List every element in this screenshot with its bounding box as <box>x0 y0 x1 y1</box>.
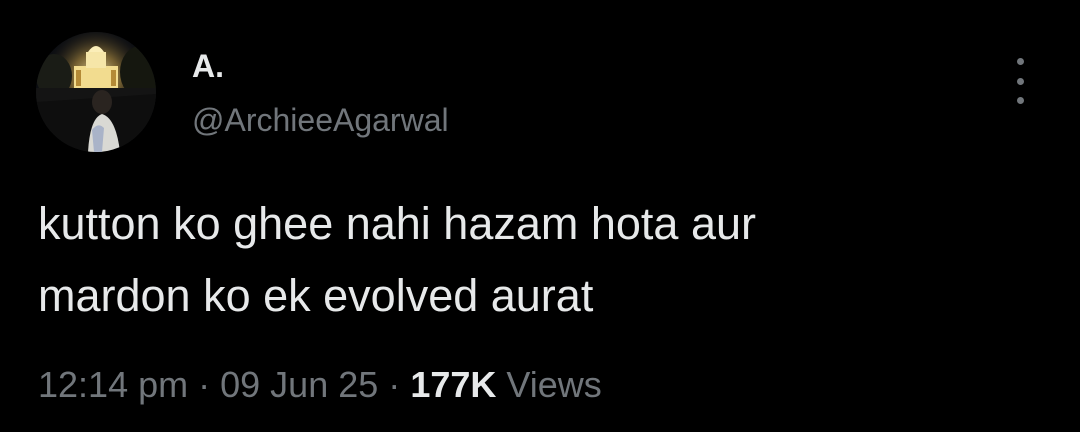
meta-separator: · <box>388 364 401 405</box>
avatar[interactable] <box>36 32 156 152</box>
more-vertical-icon <box>1016 58 1024 65</box>
user-handle[interactable]: @ArchieeAgarwal <box>192 100 449 140</box>
meta-separator: · <box>198 364 211 405</box>
display-name[interactable]: A. <box>192 46 449 86</box>
tweet-date[interactable]: 09 Jun 25 <box>220 364 378 405</box>
more-options-button[interactable] <box>1000 58 1040 104</box>
more-vertical-icon-dot <box>1016 77 1024 85</box>
tweet-text: kutton ko ghee nahi hazam hota aur mardo… <box>38 188 1018 332</box>
tweet-card: A. @ArchieeAgarwal kutton ko ghee nahi h… <box>0 0 1080 432</box>
tweet-meta: 12:14 pm · 09 Jun 25 · 177K Views <box>38 362 602 408</box>
views-label: Views <box>506 364 602 405</box>
tweet-text-line: kutton ko ghee nahi hazam hota aur <box>38 198 757 249</box>
more-vertical-icon-dot <box>1016 97 1024 104</box>
tweet-text-line: mardon ko ek evolved aurat <box>38 270 594 321</box>
tweet-time[interactable]: 12:14 pm <box>38 364 188 405</box>
views-count[interactable]: 177K <box>410 364 496 405</box>
author-info: A. @ArchieeAgarwal <box>192 46 449 140</box>
avatar-photo-icon <box>36 32 156 152</box>
